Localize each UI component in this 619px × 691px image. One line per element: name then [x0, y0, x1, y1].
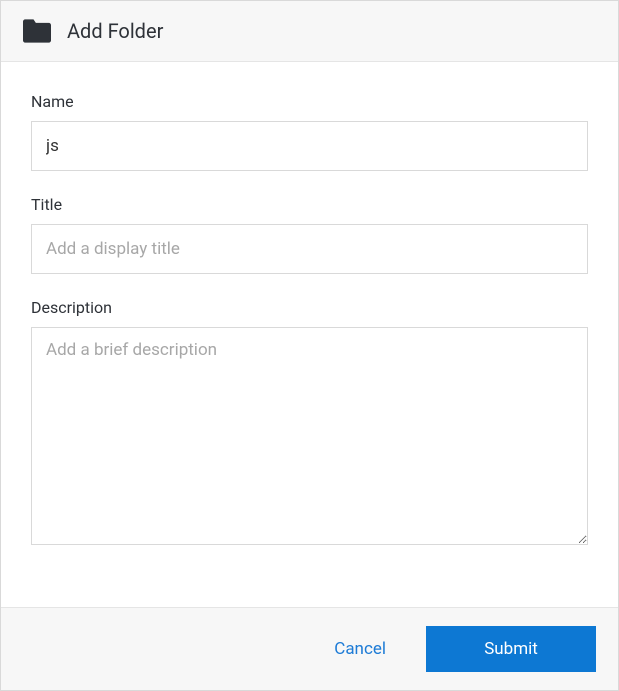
title-input[interactable]: [31, 224, 588, 274]
name-label: Name: [31, 92, 588, 111]
form-group-name: Name: [31, 92, 588, 171]
modal-title: Add Folder: [67, 19, 163, 43]
modal-footer: Cancel Submit: [1, 607, 618, 690]
add-folder-modal: Add Folder Name Title Description Cancel…: [0, 0, 619, 691]
folder-icon: [23, 19, 51, 43]
modal-body: Name Title Description: [1, 62, 618, 607]
cancel-button[interactable]: Cancel: [324, 633, 396, 665]
form-group-title: Title: [31, 195, 588, 274]
submit-button[interactable]: Submit: [426, 626, 596, 672]
name-input[interactable]: [31, 121, 588, 171]
description-input[interactable]: [31, 327, 588, 545]
form-group-description: Description: [31, 298, 588, 549]
description-label: Description: [31, 298, 588, 317]
title-label: Title: [31, 195, 588, 214]
modal-header: Add Folder: [1, 1, 618, 62]
